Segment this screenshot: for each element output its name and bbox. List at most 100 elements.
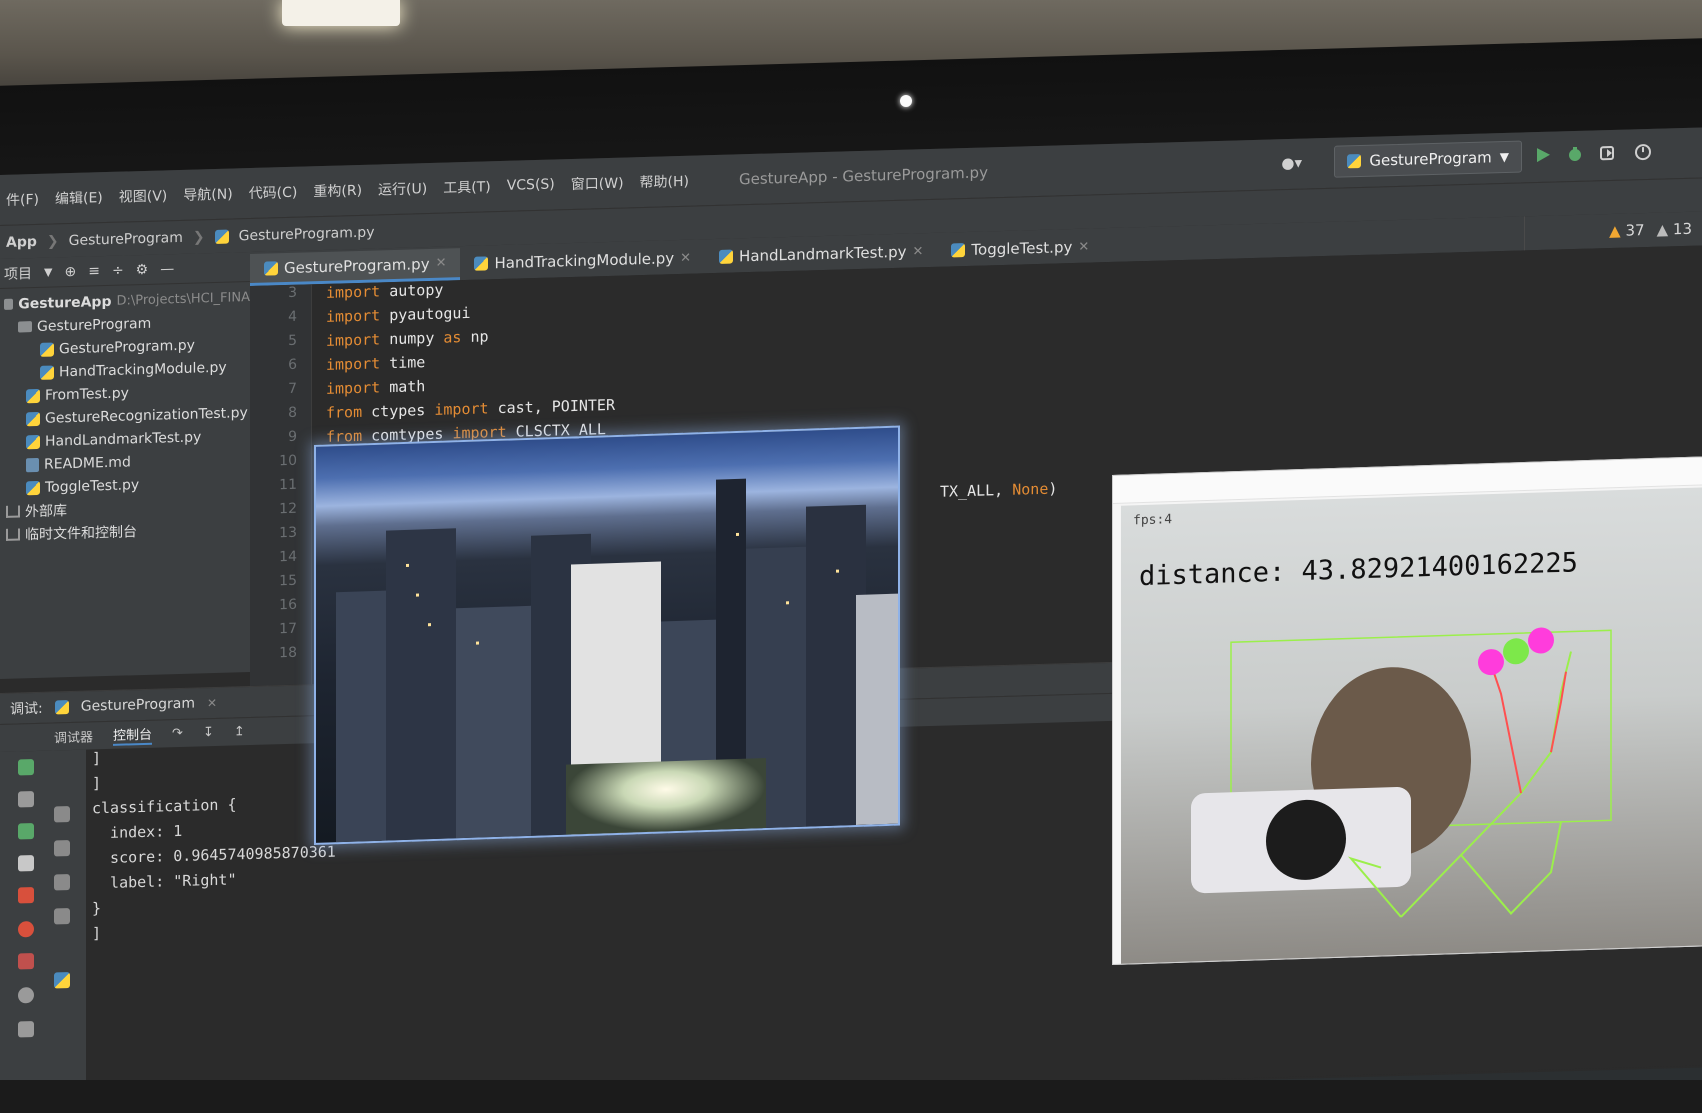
breadcrumb-folder[interactable]: GestureProgram [69,229,183,248]
run-icon[interactable] [1534,146,1552,165]
breadcrumb-project[interactable]: App [6,233,37,250]
menu-help[interactable]: 帮助(H) [640,171,689,192]
menu-navigate[interactable]: 导航(N) [183,184,232,205]
line-number: 14 [279,548,297,566]
library-icon [6,504,20,518]
tree-item-label: 临时文件和控制台 [25,523,137,543]
index-finger-skeleton [1490,663,1522,794]
line-number: 4 [288,308,297,325]
python-file-icon [474,256,489,271]
ceiling-light [282,0,400,26]
tab-console[interactable]: 控制台 [113,723,153,746]
settings-icon[interactable] [18,987,34,1004]
code-text: time [380,353,426,373]
project-view-label[interactable]: 项目 [4,263,32,284]
step-into-icon[interactable]: ↧ [203,725,214,740]
line-number: 11 [279,476,297,494]
wrench-icon[interactable] [18,791,34,808]
rerun-icon[interactable] [18,759,34,776]
menu-file[interactable]: 件(F) [6,189,39,210]
hide-icon[interactable]: — [160,261,174,277]
menu-edit[interactable]: 编辑(E) [55,187,103,208]
line-number: 5 [288,332,297,349]
keyword: None [1012,479,1049,499]
pause-icon[interactable] [18,855,34,872]
tree-item-label: README.md [44,453,131,473]
profiler-icon[interactable] [1634,143,1652,162]
tab-toggletest[interactable]: ToggleTest.py ✕ [937,230,1103,267]
tree-item-label: 外部库 [25,502,67,520]
menu-code[interactable]: 代码(C) [249,182,298,203]
menu-window[interactable]: 窗口(W) [571,173,624,194]
fingertip-marker [1528,627,1554,654]
tree-item-label: ToggleTest.py [45,476,140,496]
folder-icon [4,298,14,310]
locate-icon[interactable]: ⊕ [64,263,76,279]
run-config-label: GestureProgram [1369,148,1492,170]
python-icon [54,700,69,715]
keyword: import [326,378,381,398]
breakpoint-icon[interactable] [18,921,34,938]
chevron-down-icon[interactable]: ▼ [44,266,52,279]
trash-icon[interactable] [54,908,70,925]
image-viewer-window[interactable] [314,425,900,845]
gear-icon[interactable]: ⚙ [136,261,149,277]
menu-run[interactable]: 运行(U) [378,178,427,199]
soft-wrap-icon[interactable] [54,806,70,823]
breadcrumb-separator: ❯ [46,232,59,250]
python-console-icon[interactable] [54,972,70,989]
tree-root-label: GestureApp [18,293,112,312]
line-number: 10 [279,452,297,470]
chevron-down-icon: ▼ [1499,149,1509,165]
tab-label: GestureProgram.py [284,254,430,277]
menu-refactor[interactable]: 重构(R) [313,180,362,201]
scroll-to-end-icon[interactable] [54,840,70,857]
run-config-tab[interactable]: GestureProgram [81,696,195,715]
camera-frame: fps:4 distance: 43.82921400162225 [1121,487,1702,965]
project-tool-window: 项目 ▼ ⊕ ≡ ÷ ⚙ — GestureApp D:\Projects\HC… [0,252,250,680]
tree-root-path: D:\Projects\HCI_FINA [116,290,250,309]
tab-label: ToggleTest.py [971,238,1073,259]
menu-tools[interactable]: 工具(T) [443,176,490,197]
python-file-icon [40,364,54,380]
expand-all-icon[interactable]: ≡ [88,263,100,279]
resume-icon[interactable] [18,823,34,840]
close-icon[interactable]: ✕ [1078,239,1089,254]
camera-window[interactable]: fps:4 distance: 43.82921400162225 [1112,456,1702,965]
menu-vcs[interactable]: VCS(S) [507,177,555,194]
line-number: 7 [288,380,297,397]
middle-finger-skeleton [1550,671,1567,753]
line-number: 15 [279,572,297,590]
step-out-icon[interactable]: ↥ [234,724,245,739]
line-number: 6 [288,356,297,373]
breadcrumb-file[interactable]: GestureProgram.py [239,224,375,244]
coverage-icon[interactable] [1598,144,1616,163]
lit-window [736,532,739,537]
line-number: 3 [288,284,297,301]
collapse-all-icon[interactable]: ÷ [112,262,124,278]
run-config-dropdown[interactable]: GestureProgram ▼ [1334,140,1522,178]
close-icon[interactable]: ✕ [913,244,924,259]
inspection-widget[interactable]: ▲ 37 ▲ 13 [1609,220,1692,240]
step-over-icon[interactable]: ↷ [172,726,183,741]
hand-landmarks-overlay [1191,627,1612,918]
close-icon[interactable]: ✕ [680,250,691,265]
python-file-icon [264,260,278,276]
debug-icon[interactable] [1566,145,1584,164]
stop-icon[interactable] [18,887,34,904]
pin-icon[interactable] [18,1021,34,1038]
close-icon[interactable]: ✕ [207,696,217,710]
python-file-icon [951,243,966,258]
warning-count: ▲ 37 [1609,221,1644,240]
print-icon[interactable] [54,874,70,891]
mute-breakpoints-icon[interactable] [18,953,34,970]
menu-view[interactable]: 视图(V) [119,185,168,206]
screen-bottom-edge [0,1080,1702,1113]
tab-debugger[interactable]: 调试器 [54,726,93,746]
folder-icon [18,321,32,333]
close-icon[interactable]: ✕ [436,256,447,271]
user-icon[interactable]: ●▾ [1281,154,1302,173]
line-number: 8 [288,404,297,421]
python-file-icon [26,434,40,449]
hand-skeleton [1460,821,1562,915]
